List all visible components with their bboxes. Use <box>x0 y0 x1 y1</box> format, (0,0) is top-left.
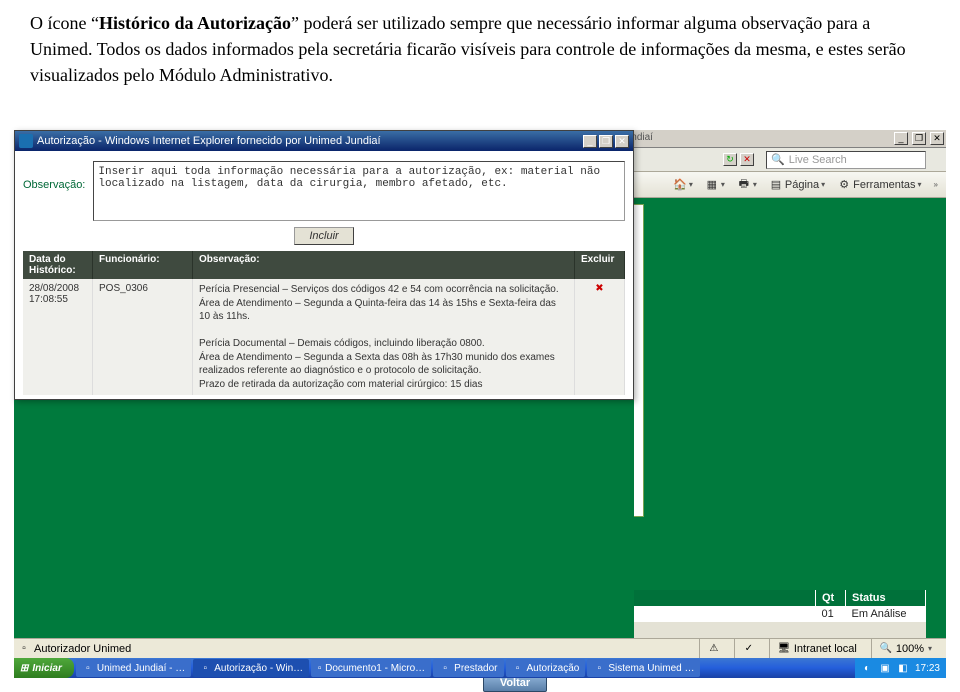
observacao-label: Observação: <box>23 161 85 191</box>
search-icon: 🔍 <box>771 153 785 166</box>
cell-qt: 01 <box>816 606 846 622</box>
ie-icon <box>19 134 33 148</box>
popup-close-button[interactable]: ✕ <box>615 135 629 148</box>
popup-blocked-icon: ⚠ <box>708 643 720 655</box>
taskbar-item-label: Autorização - Win… <box>214 663 303 674</box>
background-browser-window: necido por Unimed Jundiaí _ ❐ ✕ ↻ ✕ 🔍 Li… <box>14 130 946 678</box>
hist-col-data: Data do Histórico: <box>23 251 93 279</box>
screenshot-region: necido por Unimed Jundiaí _ ❐ ✕ ↻ ✕ 🔍 Li… <box>14 130 946 678</box>
bg-minimize-button[interactable]: _ <box>894 132 908 145</box>
page-icon: ▤ <box>769 178 783 192</box>
taskbar-item-icon: ▫ <box>593 662 605 674</box>
zone-label: Intranet local <box>794 643 857 655</box>
taskbar-item-label: Unimed Jundiaí - … <box>97 663 185 674</box>
hist-delete-icon[interactable]: ✖ <box>575 279 625 395</box>
observacao-textarea[interactable] <box>93 161 625 221</box>
hist-cell-data: 28/08/2008 17:08:55 <box>23 279 93 395</box>
intranet-zone-icon: 🖥 <box>778 643 790 655</box>
taskbar-item-label: Sistema Unimed … <box>608 663 694 674</box>
historico-row: 28/08/2008 17:08:55 POS_0306 Perícia Pre… <box>23 279 625 395</box>
cell-status: Em Análise <box>846 606 926 622</box>
tray-icon[interactable]: ◧ <box>897 662 909 674</box>
taskbar-item[interactable]: ▫Documento1 - Micro… <box>311 659 431 677</box>
search-box[interactable]: 🔍 Live Search <box>766 151 926 169</box>
page-menu[interactable]: ▤Página ▾ <box>765 176 829 194</box>
taskbar-item[interactable]: ▫Autorização <box>506 659 586 677</box>
clock: 17:23 <box>915 663 940 674</box>
home-icon: 🏠 <box>673 178 687 192</box>
status-text: Autorizador Unimed <box>34 643 131 655</box>
green-background-band <box>14 383 634 638</box>
taskbar-item-icon: ▫ <box>439 662 451 674</box>
historico-header-row: Data do Histórico: Funcionário: Observaç… <box>23 251 625 279</box>
taskbar-item-icon: ▫ <box>199 662 211 674</box>
tray-icon[interactable]: ◐ <box>861 662 873 674</box>
autorizacao-popup: Autorização - Windows Internet Explorer … <box>14 130 634 400</box>
taskbar-item[interactable]: ▫Autorização - Win… <box>193 659 309 677</box>
hist-cell-func: POS_0306 <box>93 279 193 395</box>
incluir-button[interactable]: Incluir <box>294 227 353 245</box>
taskbar-item[interactable]: ▫Unimed Jundiaí - … <box>76 659 191 677</box>
feeds-button[interactable]: ▦▾ <box>701 176 729 194</box>
taskbar-item-icon: ▫ <box>82 662 94 674</box>
taskbar-item-label: Prestador <box>454 663 497 674</box>
print-icon: 🖶 <box>737 178 751 192</box>
popup-title: Autorização - Windows Internet Explorer … <box>37 135 381 147</box>
zoom-icon: 🔍 <box>880 643 892 655</box>
hist-cell-obs: Perícia Presencial – Serviços dos código… <box>193 279 575 395</box>
hist-col-func: Funcionário: <box>93 251 193 279</box>
hist-col-excluir: Excluir <box>575 251 625 279</box>
historico-label: Histórico da Autorização <box>99 13 291 33</box>
refresh-icon[interactable]: ↻ <box>723 153 737 166</box>
taskbar-item-icon: ▫ <box>512 662 524 674</box>
popup-maximize-button[interactable]: ❐ <box>599 135 613 148</box>
taskbar-item-label: Documento1 - Micro… <box>325 663 425 674</box>
taskbar-item[interactable]: ▫Sistema Unimed … <box>587 659 700 677</box>
instruction-paragraph: O ícone “Histórico da Autorização” poder… <box>0 0 960 94</box>
col-status: Status <box>846 590 926 606</box>
bg-close-button[interactable]: ✕ <box>930 132 944 145</box>
start-button[interactable]: ⊞ Iniciar <box>14 658 74 678</box>
popup-titlebar: Autorização - Windows Internet Explorer … <box>15 131 633 151</box>
taskbar-item-icon: ▫ <box>317 662 322 674</box>
rss-icon: ▦ <box>705 178 719 192</box>
taskbar-item[interactable]: ▫Prestador <box>433 659 503 677</box>
print-button[interactable]: 🖶▾ <box>733 176 761 194</box>
phishing-icon: ✓ <box>743 643 755 655</box>
tools-menu[interactable]: ⚙Ferramentas ▾ <box>833 176 925 194</box>
zoom-value: 100% <box>896 643 924 655</box>
hist-col-obs: Observação: <box>193 251 575 279</box>
system-tray: ◐ ▣ ◧ 17:23 <box>855 658 946 678</box>
tray-icon[interactable]: ▣ <box>879 662 891 674</box>
stop-icon[interactable]: ✕ <box>740 153 754 166</box>
bg-maximize-button[interactable]: ❐ <box>912 132 926 145</box>
taskbar-item-label: Autorização <box>527 663 580 674</box>
popup-minimize-button[interactable]: _ <box>583 135 597 148</box>
page-status-icon: ▫ <box>18 643 30 655</box>
col-qt: Qt <box>816 590 846 606</box>
windows-taskbar: ⊞ Iniciar ▫Unimed Jundiaí - …▫Autorizaçã… <box>14 658 946 678</box>
windows-logo-icon: ⊞ <box>20 663 28 674</box>
home-button[interactable]: 🏠▾ <box>669 176 697 194</box>
browser-status-bar: ▫ Autorizador Unimed ⚠ ✓ 🖥 Intranet local… <box>14 638 946 658</box>
gear-icon: ⚙ <box>837 178 851 192</box>
more-commands[interactable]: » <box>930 178 942 191</box>
